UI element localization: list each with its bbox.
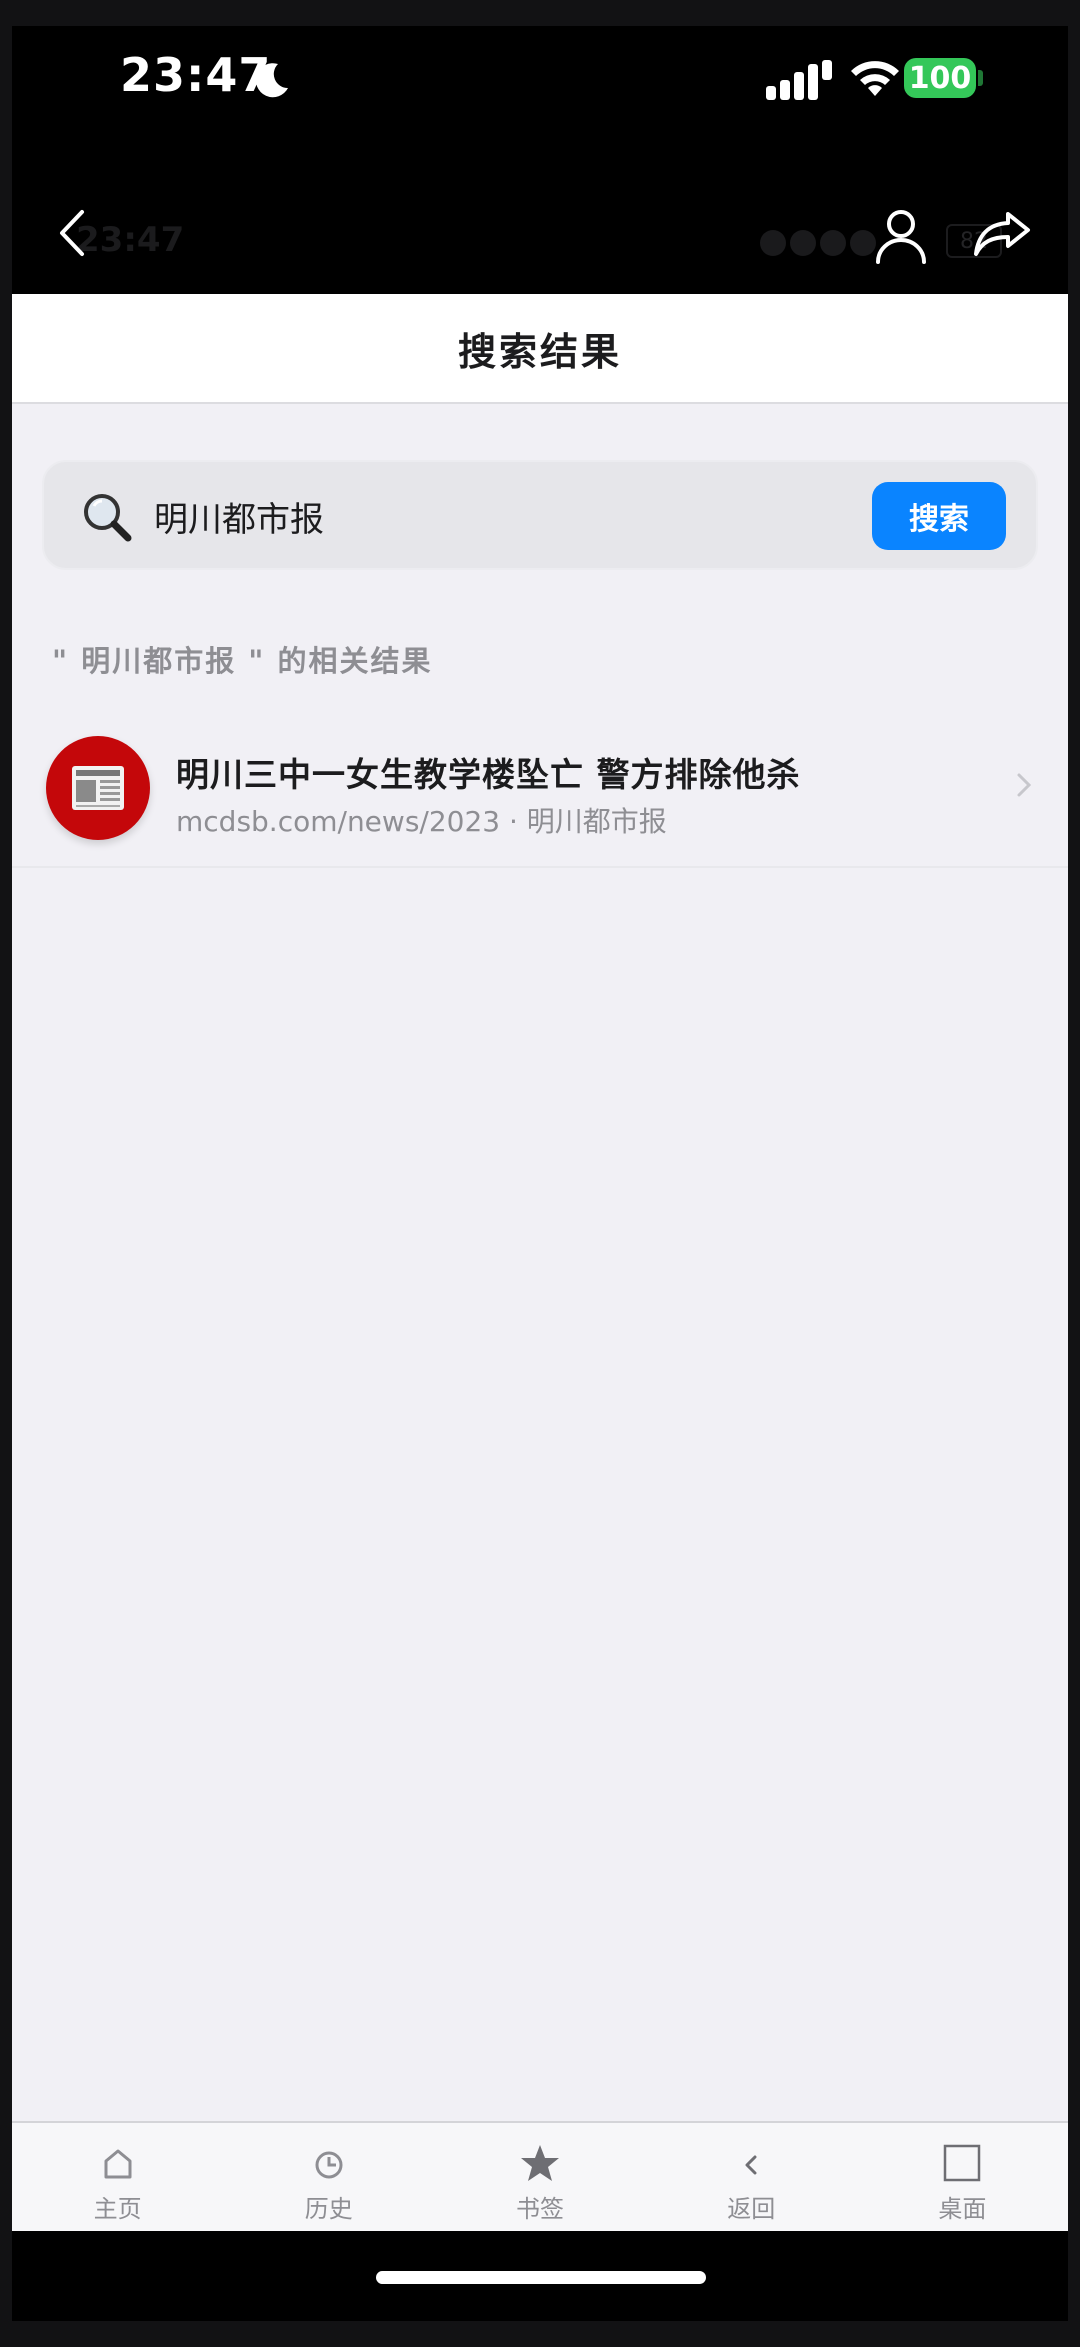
nav-bar — [12, 176, 1068, 286]
title-bar: 搜索结果 — [12, 294, 1068, 404]
signal-icon — [766, 60, 832, 100]
page-title: 搜索结果 — [457, 329, 622, 374]
chevron-right-icon — [1017, 773, 1032, 797]
back-icon[interactable] — [52, 206, 92, 260]
tab-label: 桌面 — [938, 2195, 987, 2223]
bottom-tab-bar: 主页 历史 书签 返回 桌面 — [12, 2121, 1068, 2231]
status-bar: 23:47 100 — [12, 26, 1068, 136]
battery-tip — [978, 70, 983, 86]
search-input[interactable] — [154, 488, 754, 544]
chevron-left-icon — [745, 2155, 757, 2175]
moon-icon — [255, 63, 288, 98]
tab-label: 主页 — [93, 2195, 142, 2223]
status-time: 23:47 — [120, 48, 272, 102]
tab-label: 历史 — [304, 2195, 353, 2223]
share-icon[interactable] — [972, 208, 1032, 258]
result-subtitle: mcdsb.com/news/2023 · 明川都市报 — [176, 805, 667, 838]
wifi-icon — [851, 61, 899, 96]
battery-icon: 100 — [904, 58, 976, 98]
clock-icon — [315, 2151, 343, 2179]
star-icon — [521, 2145, 559, 2181]
tab-history[interactable]: 历史 — [223, 2123, 434, 2231]
results-header: " 明川都市报 " 的相关结果 — [52, 644, 433, 678]
list-item[interactable]: 明川三中一女生教学楼坠亡 警方排除他杀 mcdsb.com/news/2023 … — [12, 706, 1068, 868]
tab-home[interactable]: 主页 — [12, 2123, 223, 2231]
search-box: 搜索 — [42, 460, 1038, 570]
home-indicator[interactable] — [376, 2271, 706, 2284]
tab-label: 书签 — [516, 2195, 564, 2223]
newspaper-icon — [46, 736, 150, 840]
search-button[interactable]: 搜索 — [872, 482, 1006, 550]
content-area: 搜索结果 搜索 " 明川都市报 " 的相关结果 — [12, 294, 1068, 2231]
user-icon[interactable] — [874, 208, 928, 264]
tab-bookmarks[interactable]: 书签 — [434, 2123, 645, 2231]
search-icon — [84, 494, 132, 542]
home-icon — [104, 2149, 132, 2179]
square-icon — [944, 2144, 981, 2182]
tab-label: 返回 — [727, 2195, 776, 2223]
result-title: 明川三中一女生教学楼坠亡 警方排除他杀 — [176, 755, 801, 794]
tab-back[interactable]: 返回 — [646, 2123, 857, 2231]
phone-screen: 23:47 100 23:47 82 搜索结果 明川都市报 搜索 " 明川都市报… — [12, 26, 1068, 2321]
tab-desktop[interactable]: 桌面 — [857, 2123, 1068, 2231]
